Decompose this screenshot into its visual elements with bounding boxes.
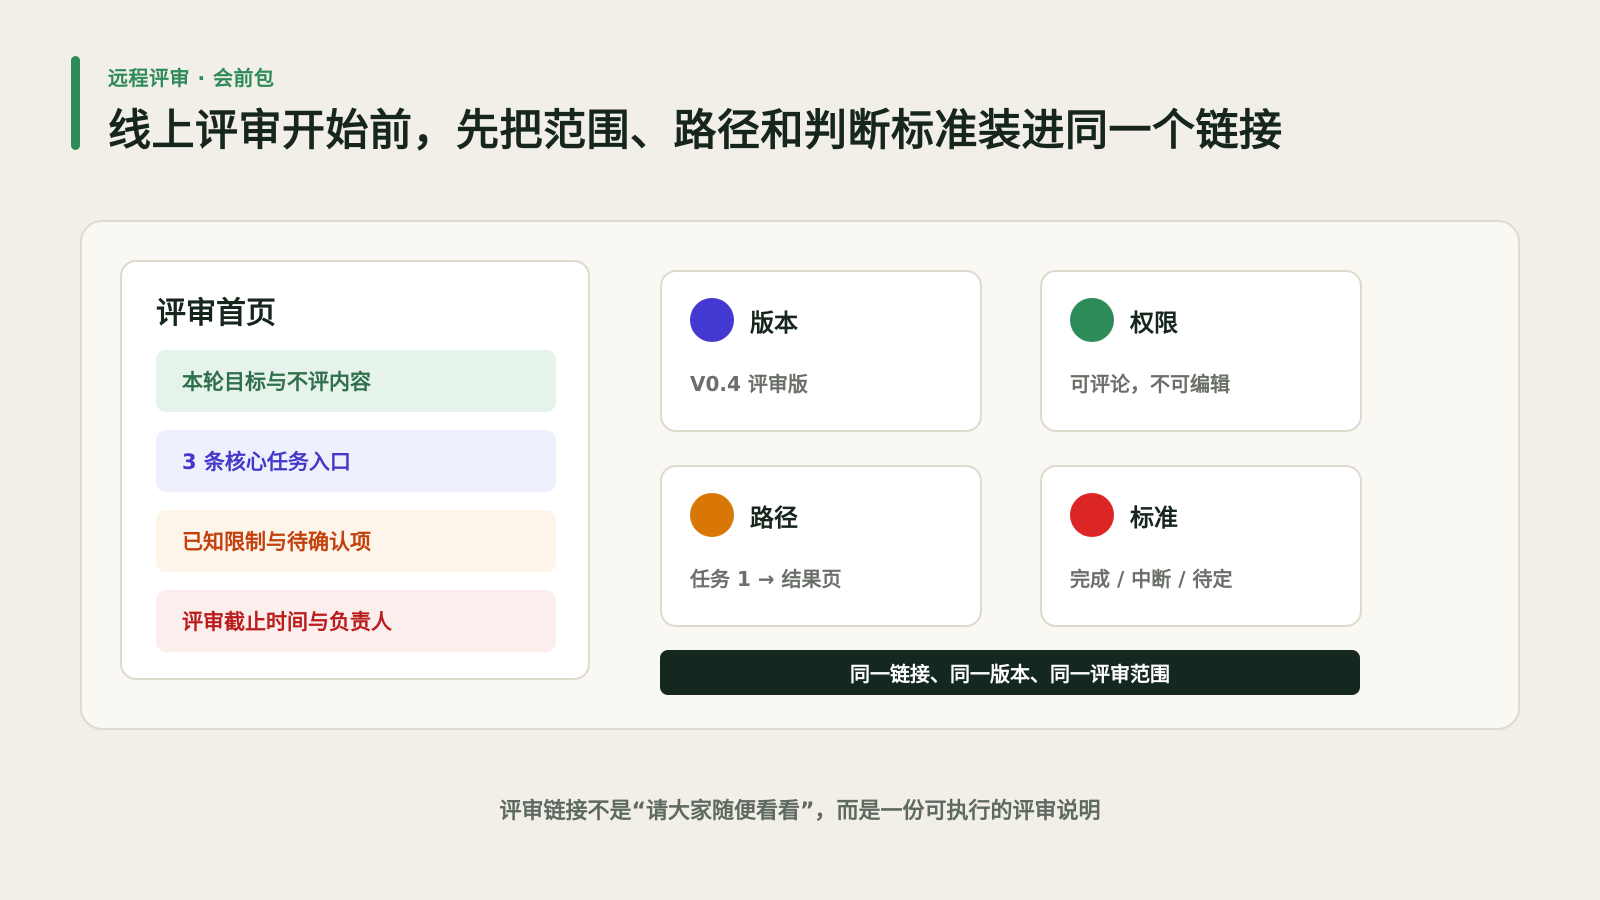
info-card-title: 标准 [1130, 504, 1178, 532]
info-card-version: 版本 V0.4 评审版 [660, 270, 982, 432]
summary-banner: 同一链接、同一版本、同一评审范围 [660, 650, 1360, 695]
page-title: 线上评审开始前，先把范围、路径和判断标准装进同一个链接 [108, 106, 1283, 156]
footer-note: 评审链接不是“请大家随便看看”，而是一份可执行的评审说明 [499, 799, 1101, 824]
info-card-value: V0.4 评审版 [690, 372, 808, 396]
info-card-path: 路径 任务 1 → 结果页 [660, 465, 982, 627]
orange-dot-icon [690, 493, 734, 537]
home-item-goals: 本轮目标与不评内容 [156, 350, 556, 412]
title-accent-bar [71, 56, 80, 150]
home-item-deadline-owner: 评审截止时间与负责人 [156, 590, 556, 652]
home-item-limitations: 已知限制与待确认项 [156, 510, 556, 572]
info-card-title: 版本 [750, 309, 798, 337]
red-dot-icon [1070, 493, 1114, 537]
eyebrow-label: 远程评审 · 会前包 [108, 66, 275, 90]
info-card-title: 权限 [1130, 309, 1178, 337]
home-item-core-tasks: 3 条核心任务入口 [156, 430, 556, 492]
info-card-permission: 权限 可评论，不可编辑 [1040, 270, 1362, 432]
info-card-criteria: 标准 完成 / 中断 / 待定 [1040, 465, 1362, 627]
info-card-value: 可评论，不可编辑 [1070, 372, 1230, 396]
blue-dot-icon [690, 298, 734, 342]
info-card-title: 路径 [750, 504, 798, 532]
review-home-card: 评审首页 本轮目标与不评内容 3 条核心任务入口 已知限制与待确认项 评审截止时… [120, 260, 590, 680]
info-card-value: 任务 1 → 结果页 [690, 567, 842, 591]
green-dot-icon [1070, 298, 1114, 342]
info-card-value: 完成 / 中断 / 待定 [1070, 567, 1233, 591]
review-home-title: 评审首页 [156, 296, 276, 331]
